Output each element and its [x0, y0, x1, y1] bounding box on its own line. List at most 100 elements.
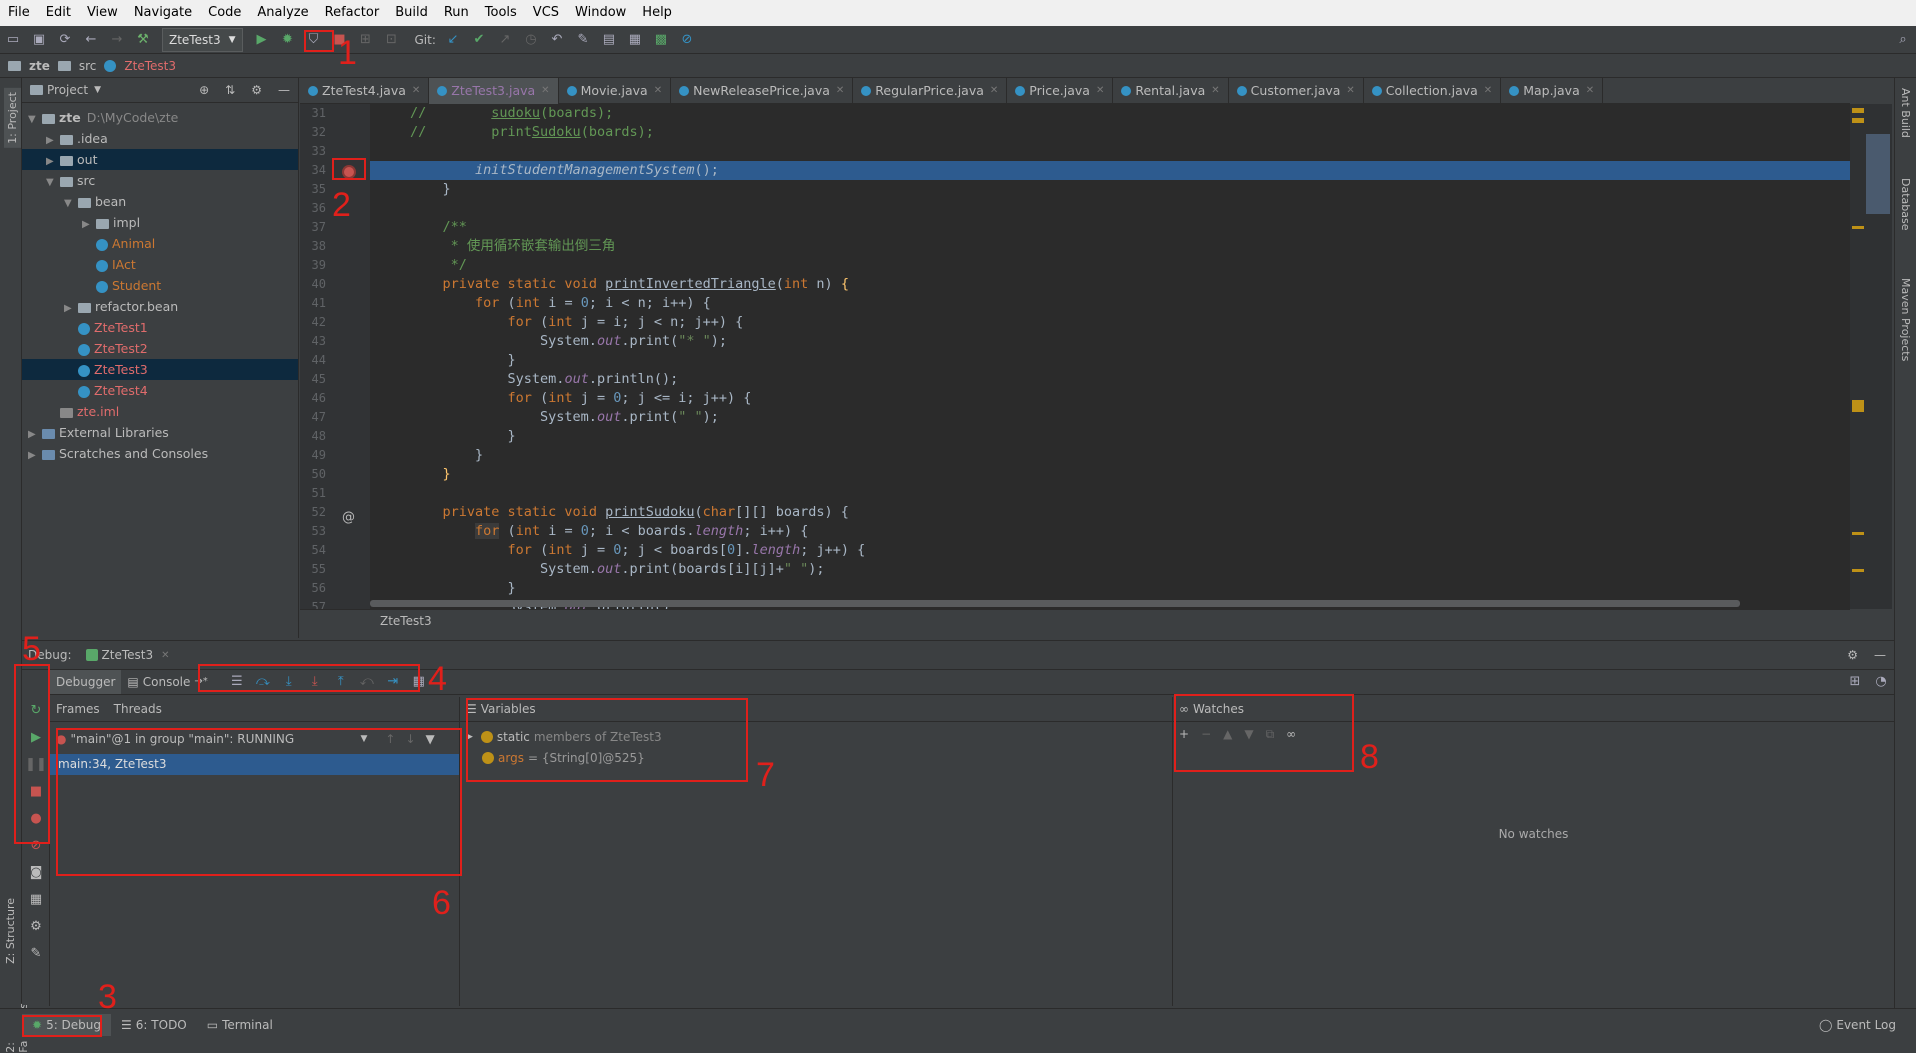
- terminal-icon[interactable]: ▩: [650, 29, 672, 51]
- editor-tab[interactable]: ZteTest3.java ✕: [429, 77, 559, 104]
- chevron-down-icon[interactable]: ▼: [94, 85, 101, 95]
- close-icon[interactable]: ✕: [161, 650, 169, 661]
- close-icon[interactable]: ✕: [412, 85, 420, 96]
- editor-tab[interactable]: Movie.java ✕: [559, 77, 672, 104]
- expanded-arrow-icon[interactable]: ▼: [28, 109, 42, 130]
- editor-tab[interactable]: Rental.java ✕: [1113, 77, 1229, 104]
- threads-dump-icon[interactable]: ◔: [1870, 671, 1892, 693]
- collapse-all-icon[interactable]: ⇅: [225, 83, 235, 97]
- gear-icon[interactable]: ⚙: [1847, 648, 1858, 662]
- menu-analyze[interactable]: Analyze: [249, 0, 316, 26]
- git-commit-icon[interactable]: ✔: [468, 29, 490, 51]
- git-update-icon[interactable]: ↙: [442, 29, 464, 51]
- collapsed-arrow-icon[interactable]: ▶: [82, 214, 96, 235]
- collapsed-arrow-icon[interactable]: ▶: [46, 130, 60, 151]
- menu-window[interactable]: Window: [567, 0, 634, 26]
- camera-icon[interactable]: ◙: [24, 860, 48, 884]
- hide-icon[interactable]: —: [1874, 648, 1886, 662]
- tree-item[interactable]: ZteTest2: [22, 338, 298, 359]
- tree-item[interactable]: zte.iml: [22, 401, 298, 422]
- run-icon[interactable]: ▶: [251, 29, 273, 51]
- close-icon[interactable]: ✕: [990, 85, 998, 96]
- tool-window-maven[interactable]: Maven Projects: [1899, 278, 1912, 361]
- warning-marker[interactable]: [1852, 226, 1864, 229]
- breadcrumb-item-project[interactable]: zte: [29, 59, 50, 73]
- editor-breadcrumb-item[interactable]: ZteTest3: [380, 614, 432, 628]
- menu-tools[interactable]: Tools: [477, 0, 525, 26]
- tool-window-database[interactable]: Database: [1899, 178, 1912, 231]
- horizontal-scrollbar[interactable]: [370, 600, 1740, 607]
- tool-window-structure[interactable]: Z: Structure: [4, 898, 17, 964]
- tree-item[interactable]: ▶ out: [22, 149, 298, 170]
- close-icon[interactable]: ✕: [1484, 85, 1492, 96]
- tree-item[interactable]: ▼ src: [22, 170, 298, 191]
- revert-icon[interactable]: ↶: [546, 29, 568, 51]
- expanded-arrow-icon[interactable]: ▼: [46, 172, 60, 193]
- tool-window-project[interactable]: 1: Project: [4, 88, 21, 148]
- tree-item[interactable]: ▶ .idea: [22, 128, 298, 149]
- settings-wrench-icon[interactable]: ✎: [572, 29, 594, 51]
- close-icon[interactable]: ✕: [1211, 85, 1219, 96]
- minimap-viewport[interactable]: [1866, 134, 1890, 214]
- menu-build[interactable]: Build: [387, 0, 436, 26]
- menu-code[interactable]: Code: [200, 0, 249, 26]
- tree-item[interactable]: ▶ External Libraries: [22, 422, 298, 443]
- tree-item[interactable]: ▶ impl: [22, 212, 298, 233]
- collapsed-arrow-icon[interactable]: ▶: [28, 445, 42, 466]
- tree-item[interactable]: ZteTest1: [22, 317, 298, 338]
- search-everywhere-icon[interactable]: ⌕: [1892, 29, 1914, 51]
- breadcrumb-item-src[interactable]: src: [79, 59, 97, 73]
- attach-icon[interactable]: ⊡: [381, 29, 403, 51]
- editor-tab[interactable]: Collection.java ✕: [1364, 77, 1502, 104]
- editor-tab[interactable]: ZteTest4.java ✕: [300, 77, 430, 104]
- tool-window-event-log[interactable]: ◯ Event Log: [1809, 1014, 1906, 1036]
- gear-icon[interactable]: ⚙: [251, 83, 262, 97]
- tree-item[interactable]: Student: [22, 275, 298, 296]
- restore-layout-icon[interactable]: ⊞: [1844, 671, 1866, 693]
- project-view-select[interactable]: Project: [47, 83, 88, 97]
- menu-help[interactable]: Help: [634, 0, 680, 26]
- warning-marker[interactable]: [1852, 118, 1864, 123]
- history-icon[interactable]: ◷: [520, 29, 542, 51]
- code-editor[interactable]: 31 32 33 34 35 36 37 38 39 40 41 42 43 44 45 46 47 48 49 50…: [300, 104, 1850, 609]
- warning-marker[interactable]: [1852, 108, 1864, 113]
- frames-tab[interactable]: Frames: [56, 702, 100, 716]
- warning-marker[interactable]: [1852, 569, 1864, 572]
- power-save-icon[interactable]: ⊘: [676, 29, 698, 51]
- editor-tab[interactable]: NewReleasePrice.java ✕: [671, 77, 854, 104]
- run-config-select[interactable]: ZteTest3 ▼: [162, 27, 243, 52]
- save-icon[interactable]: ▣: [28, 29, 50, 51]
- close-icon[interactable]: ✕: [1096, 85, 1104, 96]
- collapsed-arrow-icon[interactable]: ▶: [64, 298, 78, 319]
- error-stripe[interactable]: [1850, 104, 1892, 609]
- debug-session-tab[interactable]: ZteTest3: [102, 648, 154, 662]
- hide-icon[interactable]: —: [278, 83, 290, 97]
- warning-marker[interactable]: [1852, 400, 1864, 412]
- tree-item[interactable]: ZteTest4: [22, 380, 298, 401]
- tree-item[interactable]: ▶ refactor.bean: [22, 296, 298, 317]
- build-hammer-icon[interactable]: ⚒: [132, 29, 154, 51]
- menu-edit[interactable]: Edit: [38, 0, 79, 26]
- tree-item[interactable]: ZteTest3: [22, 359, 298, 380]
- breadcrumb-item-file[interactable]: ZteTest3: [124, 59, 176, 73]
- collapsed-arrow-icon[interactable]: ▶: [28, 424, 42, 445]
- pin-icon[interactable]: ✎: [24, 941, 48, 965]
- editor-tab[interactable]: Map.java ✕: [1501, 77, 1604, 104]
- warning-marker[interactable]: [1852, 532, 1864, 535]
- tool-window-ant-build[interactable]: Ant Build: [1899, 88, 1912, 138]
- tool-window-todo[interactable]: ☰ 6: TODO: [111, 1014, 197, 1036]
- tree-item[interactable]: Animal: [22, 233, 298, 254]
- tree-item[interactable]: IAct: [22, 254, 298, 275]
- forward-icon[interactable]: →: [106, 29, 128, 51]
- layout-icon[interactable]: ▦: [24, 887, 48, 911]
- menu-vcs[interactable]: VCS: [525, 0, 567, 26]
- collapsed-arrow-icon[interactable]: ▶: [46, 151, 60, 172]
- back-icon[interactable]: ←: [80, 29, 102, 51]
- close-icon[interactable]: ✕: [1586, 85, 1594, 96]
- sdk-icon[interactable]: ▦: [624, 29, 646, 51]
- tree-item[interactable]: ▼ zte D:\MyCode\zte: [22, 107, 298, 128]
- tab-debugger[interactable]: Debugger: [50, 669, 122, 694]
- project-structure-icon[interactable]: ▤: [598, 29, 620, 51]
- git-push-icon[interactable]: ↗: [494, 29, 516, 51]
- gear-icon[interactable]: ⚙: [24, 914, 48, 938]
